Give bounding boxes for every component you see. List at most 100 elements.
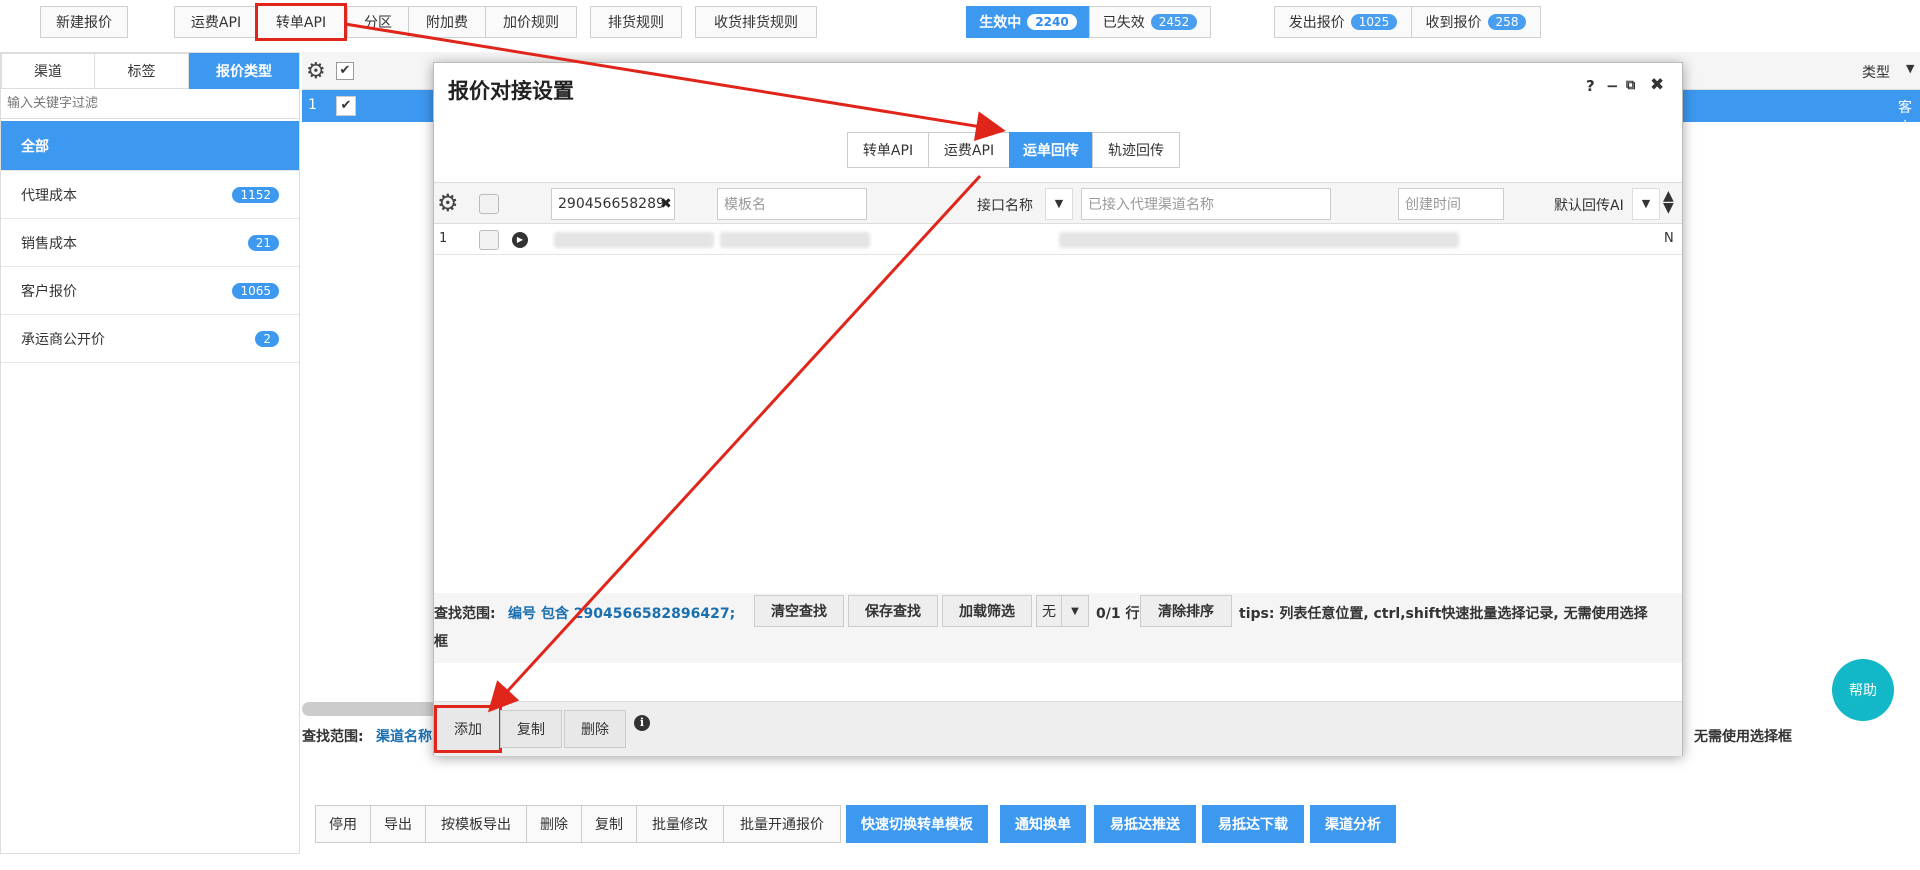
new-quote-button[interactable]: 新建报价	[40, 6, 128, 38]
copy-button[interactable]: 复制	[500, 710, 562, 748]
tab-quote-type[interactable]: 报价类型	[189, 53, 299, 89]
tab-waybill-return[interactable]: 运单回传	[1009, 132, 1093, 168]
export-by-template-button[interactable]: 按模板导出	[425, 805, 527, 843]
play-icon[interactable]: ▶	[512, 232, 528, 248]
add-button[interactable]: 添加	[434, 705, 502, 753]
yidida-push-button[interactable]: 易抵达推送	[1094, 805, 1196, 843]
channel-analysis-button[interactable]: 渠道分析	[1310, 805, 1396, 843]
list-item-customer-quote[interactable]: 客户报价 1065	[1, 267, 299, 315]
info-icon[interactable]: i	[634, 715, 650, 731]
sent-label: 发出报价	[1288, 15, 1345, 31]
list-item-carrier-public[interactable]: 承运商公开价 2	[1, 315, 299, 363]
load-filter-button[interactable]: 加载筛选	[942, 595, 1032, 627]
tab-transfer-api[interactable]: 转单API	[847, 132, 929, 168]
help-button[interactable]: 帮助	[1832, 659, 1894, 721]
modal-title: 报价对接设置	[448, 79, 574, 103]
modal-find-bar: 查找范围: 编号 包含 2904566582896427; 清空查找 保存查找 …	[434, 593, 1682, 663]
surcharge-button[interactable]: 附加费	[408, 6, 486, 38]
modal-grid-header: ⚙ 2904566582896 ✖ 模板名 接口名称 ▼ 已接入代理渠道名称 创…	[434, 182, 1682, 224]
checkbox-icon[interactable]: ✔	[336, 96, 356, 116]
disable-button[interactable]: 停用	[315, 805, 371, 843]
zone-label: 分区	[364, 15, 392, 31]
clear-find-button[interactable]: 清空查找	[754, 595, 844, 627]
id-filter-input[interactable]: 2904566582896 ✖	[551, 188, 675, 220]
delete-button[interactable]: 删除	[564, 710, 626, 748]
batch-enable-quote-button[interactable]: 批量开通报价	[723, 805, 841, 843]
default-api-header[interactable]: 默认回传AI	[1554, 195, 1628, 215]
active-filter-button[interactable]: 生效中 2240	[966, 6, 1090, 38]
yidida-download-button[interactable]: 易抵达下载	[1202, 805, 1304, 843]
blurred-cell	[720, 232, 870, 248]
tab-freight-api[interactable]: 运费API	[928, 132, 1010, 168]
add-label: 添加	[454, 722, 482, 738]
copy-button[interactable]: 复制	[581, 805, 637, 843]
delete-button[interactable]: 删除	[526, 805, 582, 843]
tab-tag-label: 标签	[127, 64, 156, 80]
gear-icon[interactable]: ⚙	[306, 59, 326, 84]
quote-integration-modal: 报价对接设置 ? − ⧉ ✖ 转单API 运费API 运单回传 轨迹回传 ⚙ 2…	[433, 62, 1683, 756]
caret-down-icon[interactable]: ▼	[1906, 62, 1914, 75]
keyword-filter-input[interactable]	[1, 89, 299, 119]
tab-tag[interactable]: 标签	[94, 53, 189, 89]
column-type[interactable]: 类型	[1862, 62, 1890, 82]
find-range-value: 渠道名称	[376, 729, 432, 745]
none-option-label: 无	[1042, 604, 1056, 620]
clear-sort-button[interactable]: 清除排序	[1140, 595, 1232, 627]
template-name-input[interactable]: 模板名	[717, 188, 867, 220]
list-item-label: 全部	[21, 138, 49, 155]
minimize-icon[interactable]: −	[1606, 77, 1619, 95]
copy-label: 复制	[517, 722, 545, 738]
checkbox-icon[interactable]	[479, 194, 499, 214]
close-icon[interactable]: ✖	[1650, 75, 1664, 95]
clear-sort-label: 清除排序	[1158, 604, 1214, 620]
tab-channel[interactable]: 渠道	[1, 53, 95, 89]
transfer-api-button[interactable]: 转单API	[255, 3, 347, 41]
none-select[interactable]: 无	[1036, 595, 1062, 627]
quick-switch-template-label: 快速切换转单模板	[861, 817, 973, 833]
count-badge: 2	[255, 330, 279, 347]
question-icon[interactable]: ?	[1586, 77, 1595, 95]
horizontal-scrollbar[interactable]	[302, 702, 442, 716]
save-find-button[interactable]: 保存查找	[848, 595, 938, 627]
notify-change-button[interactable]: 通知换单	[1000, 805, 1086, 843]
freight-api-button[interactable]: 运费API	[174, 6, 258, 38]
channel-name-input[interactable]: 已接入代理渠道名称	[1081, 188, 1331, 220]
checkbox-icon[interactable]: ✔	[336, 62, 354, 80]
markup-rules-button[interactable]: 加价规则	[485, 6, 577, 38]
count-badge: 1065	[232, 282, 279, 299]
list-item-agent-cost[interactable]: 代理成本 1152	[1, 171, 299, 219]
receiving-rules-button[interactable]: 收货排货规则	[695, 6, 817, 38]
caret-down-icon[interactable]: ▼	[1061, 595, 1089, 627]
caret-down-icon[interactable]: ▼	[1632, 188, 1660, 220]
sort-icon[interactable]: ▲ ▼	[1663, 189, 1674, 215]
clear-x-icon[interactable]: ✖	[660, 196, 672, 212]
checkbox-icon[interactable]	[479, 230, 499, 250]
quick-switch-template-button[interactable]: 快速切换转单模板	[846, 805, 988, 843]
gear-icon[interactable]: ⚙	[437, 189, 459, 217]
top-toolbar: 新建报价 运费API 转单API 分区 附加费 加价规则 排货规则 收货排货规则…	[0, 0, 1920, 46]
table-row[interactable]: 1 ▶ N	[434, 224, 1682, 255]
zone-button[interactable]: 分区	[347, 6, 409, 38]
find-range-label: 查找范围:	[434, 606, 496, 622]
export-by-template-label: 按模板导出	[441, 817, 511, 833]
created-time-input[interactable]: 创建时间	[1398, 188, 1504, 220]
tab-track-return[interactable]: 轨迹回传	[1092, 132, 1180, 168]
load-filter-label: 加载筛选	[959, 604, 1015, 620]
export-button[interactable]: 导出	[370, 805, 426, 843]
batch-edit-button[interactable]: 批量修改	[636, 805, 724, 843]
received-quotes-button[interactable]: 收到报价 258	[1411, 6, 1541, 38]
sent-quotes-button[interactable]: 发出报价 1025	[1274, 6, 1412, 38]
caret-down-icon[interactable]: ▼	[1045, 188, 1073, 220]
expired-filter-button[interactable]: 已失效 2452	[1089, 6, 1211, 38]
list-item-all[interactable]: 全部	[1, 121, 299, 171]
surcharge-label: 附加费	[426, 15, 468, 31]
tab-freight-api-label: 运费API	[943, 143, 995, 159]
shipping-rules-button[interactable]: 排货规则	[590, 6, 682, 38]
delete-label: 删除	[581, 722, 609, 738]
tab-quote-type-label: 报价类型	[216, 64, 272, 80]
popout-icon[interactable]: ⧉	[1626, 78, 1635, 93]
batch-enable-quote-label: 批量开通报价	[740, 817, 824, 833]
help-label: 帮助	[1849, 683, 1877, 699]
list-item-sales-cost[interactable]: 销售成本 21	[1, 219, 299, 267]
interface-name-header[interactable]: 接口名称	[977, 195, 1033, 215]
